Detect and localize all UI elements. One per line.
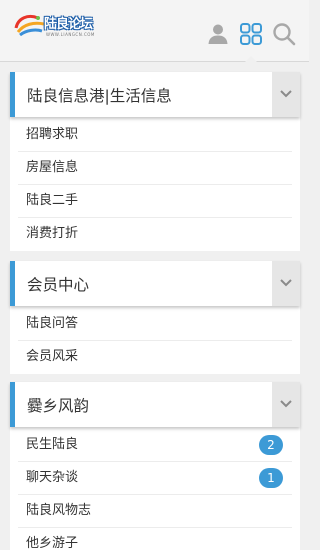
- item-label: 消费打折: [26, 226, 79, 241]
- count-badge: 1: [259, 468, 283, 488]
- chevron-down-icon: [280, 90, 292, 98]
- top-header: 陆良论坛 WWW.LIANGCN.COM: [0, 0, 309, 63]
- logo-swirl-icon: [14, 14, 45, 37]
- list-item[interactable]: 他乡游子: [18, 528, 292, 550]
- item-label: 房屋信息: [26, 160, 79, 175]
- section-life-info: 陆良信息港|生活信息 招聘求职 房屋信息 陆良二手 消费打折: [10, 72, 300, 251]
- collapse-button[interactable]: [272, 382, 300, 427]
- section-header[interactable]: 爨乡风韵: [10, 382, 300, 427]
- list-item[interactable]: 消费打折: [18, 218, 292, 251]
- list-item[interactable]: 陆良二手: [18, 185, 292, 218]
- search-icon[interactable]: [272, 22, 296, 46]
- logo-text: 陆良论坛: [44, 17, 93, 32]
- list-item[interactable]: 会员风采: [18, 341, 292, 374]
- item-label: 民生陆良: [26, 437, 79, 452]
- site-logo[interactable]: 陆良论坛 WWW.LIANGCN.COM: [14, 12, 94, 38]
- list-item[interactable]: 陆良问答: [18, 308, 292, 341]
- list-item[interactable]: 聊天杂谈 1: [18, 462, 292, 495]
- item-label: 陆良问答: [26, 316, 79, 331]
- section-title: 陆良信息港|生活信息: [27, 87, 172, 105]
- list-item[interactable]: 陆良风物志: [18, 495, 292, 528]
- item-label: 聊天杂谈: [26, 470, 79, 485]
- collapse-button[interactable]: [272, 261, 300, 306]
- section-title: 会员中心: [27, 276, 90, 294]
- item-label: 他乡游子: [26, 536, 79, 550]
- menu-pointer: [244, 56, 258, 63]
- list-item[interactable]: 民生陆良 2: [18, 429, 292, 462]
- item-label: 招聘求职: [26, 127, 79, 142]
- count-badge: 2: [259, 435, 283, 455]
- logo-tagline: WWW.LIANGCN.COM: [46, 32, 95, 37]
- section-title: 爨乡风韵: [27, 397, 90, 415]
- section-cuanxiang: 爨乡风韵 民生陆良 2 聊天杂谈 1 陆良风物志 他乡游子: [10, 382, 300, 550]
- section-header[interactable]: 会员中心: [10, 261, 300, 306]
- item-label: 陆良风物志: [26, 503, 92, 518]
- collapse-button[interactable]: [272, 72, 300, 117]
- chevron-down-icon: [280, 400, 292, 408]
- chevron-down-icon: [280, 279, 292, 287]
- item-label: 会员风采: [26, 349, 79, 364]
- user-icon[interactable]: [206, 22, 230, 46]
- section-member-center: 会员中心 陆良问答 会员风采: [10, 261, 300, 374]
- apps-grid-icon[interactable]: [239, 22, 263, 46]
- item-label: 陆良二手: [26, 193, 79, 208]
- list-item[interactable]: 房屋信息: [18, 152, 292, 185]
- section-header[interactable]: 陆良信息港|生活信息: [10, 72, 300, 117]
- list-item[interactable]: 招聘求职: [18, 119, 292, 152]
